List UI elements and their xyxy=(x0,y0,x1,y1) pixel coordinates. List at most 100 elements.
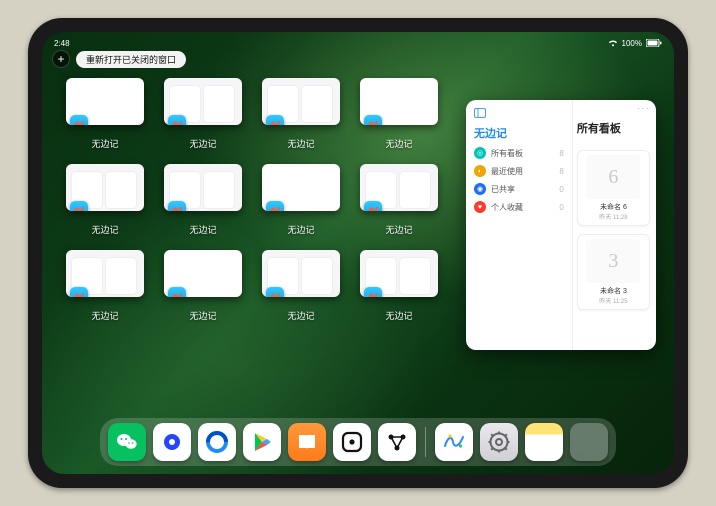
dock-app-wechat[interactable] xyxy=(108,423,146,461)
sidebar-item-label: 已共享 xyxy=(491,184,515,195)
board-name: 未命名 3 xyxy=(600,286,627,296)
app-window-tile[interactable]: 无边记 xyxy=(262,78,340,150)
freeform-app-icon xyxy=(266,201,284,211)
board-card[interactable]: 6 未命名 6昨天 11:28 xyxy=(577,150,650,226)
app-window-thumbnail xyxy=(164,78,242,125)
sidebar-item-icon: ◎ xyxy=(474,147,486,159)
sidebar-item-icon: ◉ xyxy=(474,183,486,195)
sidebar-item-icon: ◐ xyxy=(474,165,486,177)
app-window-thumbnail xyxy=(66,78,144,125)
app-window-label: 无边记 xyxy=(385,309,412,322)
app-window-thumbnail xyxy=(66,164,144,211)
app-window-label: 无边记 xyxy=(91,309,118,322)
dock-app-dice[interactable] xyxy=(333,423,371,461)
sidebar-item[interactable]: ◉ 已共享 0 xyxy=(474,183,564,195)
add-window-button[interactable]: + xyxy=(52,50,70,68)
dock-app-qqbrowser[interactable] xyxy=(198,423,236,461)
dock-app-app-library[interactable] xyxy=(570,423,608,461)
app-window-label: 无边记 xyxy=(287,137,314,150)
dock-app-freeform[interactable] xyxy=(435,423,473,461)
status-bar: 2:48 100% xyxy=(42,35,674,51)
dock-app-books[interactable] xyxy=(288,423,326,461)
freeform-app-icon xyxy=(70,201,88,211)
app-switcher-grid: 无边记无边记无边记无边记无边记无边记无边记无边记无边记无边记无边记无边记 xyxy=(66,78,438,322)
app-window-tile[interactable]: 无边记 xyxy=(66,164,144,236)
app-window-thumbnail xyxy=(164,250,242,297)
freeform-app-icon xyxy=(168,287,186,297)
app-window-tile[interactable]: 无边记 xyxy=(164,250,242,322)
sidebar-item-count: 0 xyxy=(559,203,563,212)
app-window-tile[interactable]: 无边记 xyxy=(360,250,438,322)
app-window-label: 无边记 xyxy=(189,309,216,322)
panel-title-right: 所有看板 xyxy=(577,120,650,136)
board-subtitle: 昨天 11:28 xyxy=(599,212,627,221)
battery-icon xyxy=(646,39,662,47)
freeform-app-icon xyxy=(70,287,88,297)
sidebar-item-count: 8 xyxy=(559,149,563,158)
app-window-thumbnail xyxy=(262,164,340,211)
status-time: 2:48 xyxy=(54,39,70,48)
sidebar-item-icon: ♥ xyxy=(474,201,486,213)
freeform-app-icon xyxy=(364,115,382,125)
ipad-frame: 2:48 100% + 重新打开已关闭的窗口 无边记无边记无边记无边记无边记无边… xyxy=(28,18,688,488)
app-window-label: 无边记 xyxy=(287,309,314,322)
app-window-label: 无边记 xyxy=(385,137,412,150)
sidebar-item[interactable]: ◐ 最近使用 8 xyxy=(474,165,564,177)
board-thumbnail: 3 xyxy=(586,239,640,283)
sidebar-item[interactable]: ◎ 所有看板 8 xyxy=(474,147,564,159)
app-window-tile[interactable]: 无边记 xyxy=(360,164,438,236)
app-window-tile[interactable]: 无边记 xyxy=(164,164,242,236)
freeform-app-icon xyxy=(168,201,186,211)
sidebar-item-label: 个人收藏 xyxy=(491,202,523,213)
dock-app-nodes[interactable] xyxy=(378,423,416,461)
panel-more-icon[interactable]: ··· xyxy=(637,103,650,114)
freeform-app-icon xyxy=(70,115,88,125)
dock-app-play[interactable] xyxy=(243,423,281,461)
dock-separator xyxy=(425,427,426,457)
app-window-thumbnail xyxy=(262,78,340,125)
reopen-closed-window-button[interactable]: 重新打开已关闭的窗口 xyxy=(76,51,186,68)
board-subtitle: 昨天 11:25 xyxy=(599,296,627,305)
dock xyxy=(100,418,616,466)
freeform-panel[interactable]: ··· 无边记 ◎ 所有看板 8 ◐ 最近使用 8 ◉ 已共享 0 ♥ 个人收藏 0 所有看板 6 未命… xyxy=(466,100,656,350)
app-window-tile[interactable]: 无边记 xyxy=(262,250,340,322)
board-thumbnail: 6 xyxy=(586,155,640,199)
sidebar-item[interactable]: ♥ 个人收藏 0 xyxy=(474,201,564,213)
dock-app-settings[interactable] xyxy=(480,423,518,461)
sidebar-item-label: 所有看板 xyxy=(491,148,523,159)
app-window-tile[interactable]: 无边记 xyxy=(262,164,340,236)
app-window-thumbnail xyxy=(164,164,242,211)
sidebar-item-count: 8 xyxy=(559,167,563,176)
app-window-label: 无边记 xyxy=(189,137,216,150)
app-window-thumbnail xyxy=(262,250,340,297)
status-battery: 100% xyxy=(622,39,642,48)
app-window-label: 无边记 xyxy=(91,137,118,150)
sidebar-item-count: 0 xyxy=(559,185,563,194)
app-window-label: 无边记 xyxy=(287,223,314,236)
app-window-label: 无边记 xyxy=(189,223,216,236)
app-window-thumbnail xyxy=(66,250,144,297)
sidebar-item-label: 最近使用 xyxy=(491,166,523,177)
board-name: 未命名 6 xyxy=(600,202,627,212)
freeform-app-icon xyxy=(266,115,284,125)
board-card[interactable]: 3 未命名 3昨天 11:25 xyxy=(577,234,650,310)
app-window-label: 无边记 xyxy=(385,223,412,236)
freeform-app-icon xyxy=(364,287,382,297)
dock-app-notes[interactable] xyxy=(525,423,563,461)
app-window-thumbnail xyxy=(360,78,438,125)
wifi-icon xyxy=(608,39,618,47)
app-window-tile[interactable]: 无边记 xyxy=(164,78,242,150)
screen: 2:48 100% + 重新打开已关闭的窗口 无边记无边记无边记无边记无边记无边… xyxy=(42,32,674,474)
dock-app-qqhd[interactable] xyxy=(153,423,191,461)
app-window-thumbnail xyxy=(360,250,438,297)
freeform-app-icon xyxy=(266,287,284,297)
app-window-tile[interactable]: 无边记 xyxy=(360,78,438,150)
freeform-app-icon xyxy=(168,115,186,125)
freeform-app-icon xyxy=(364,201,382,211)
panel-title-left: 无边记 xyxy=(474,125,564,141)
sidebar-toggle-icon[interactable] xyxy=(474,108,564,121)
app-window-label: 无边记 xyxy=(91,223,118,236)
app-window-tile[interactable]: 无边记 xyxy=(66,78,144,150)
app-window-tile[interactable]: 无边记 xyxy=(66,250,144,322)
app-window-thumbnail xyxy=(360,164,438,211)
